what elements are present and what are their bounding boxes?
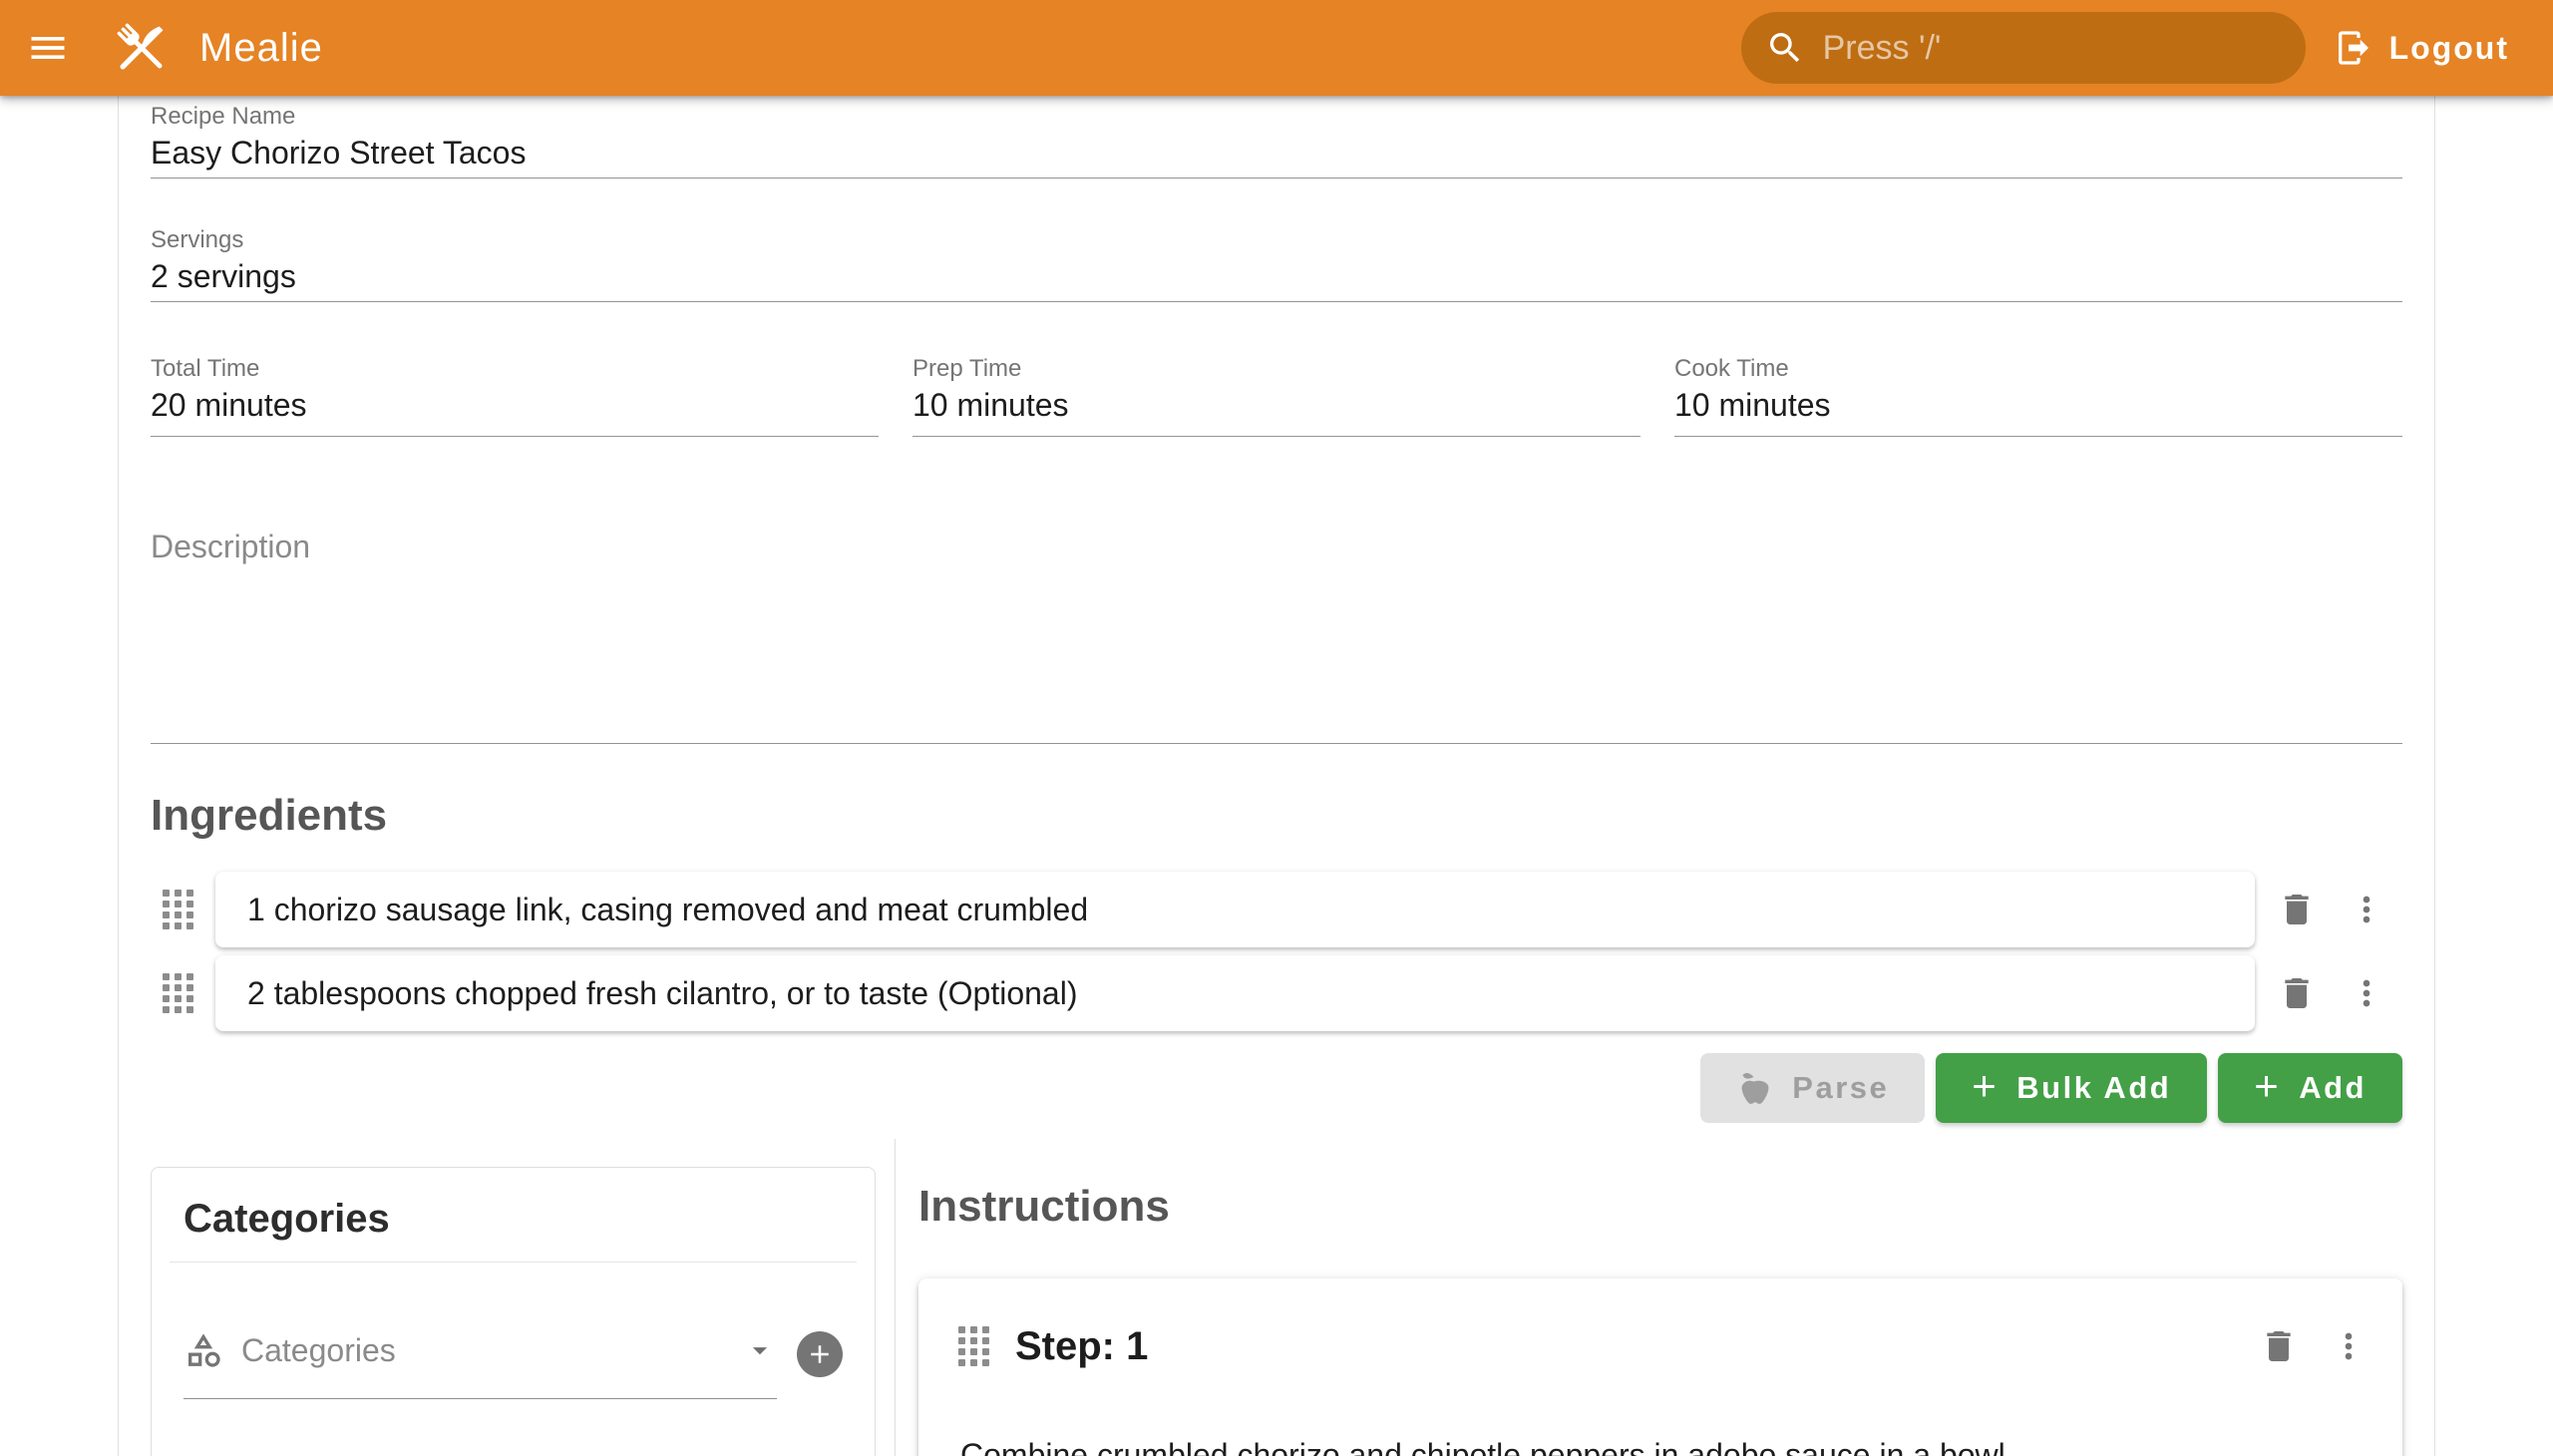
- drag-handle-icon[interactable]: [958, 1326, 989, 1366]
- plus-icon: +: [2254, 1065, 2281, 1107]
- search-bar[interactable]: [1741, 12, 2306, 84]
- drag-handle-icon[interactable]: [163, 973, 193, 1013]
- ingredient-actions: Parse + Bulk Add + Add: [151, 1053, 2402, 1123]
- step-menu-button[interactable]: [2331, 1320, 2367, 1372]
- step-title: Step: 1: [1015, 1324, 1148, 1369]
- servings-label: Servings: [151, 225, 2402, 255]
- logout-button[interactable]: Logout: [2320, 12, 2523, 84]
- ingredient-input[interactable]: 2 tablespoons chopped fresh cilantro, or…: [215, 955, 2255, 1031]
- cook-time-field[interactable]: Cook Time 10 minutes: [1674, 354, 2402, 437]
- servings-field[interactable]: Servings 2 servings: [151, 225, 2402, 302]
- app-header: Mealie Logout: [0, 0, 2553, 96]
- categories-card-title: Categories: [183, 1194, 843, 1244]
- hamburger-icon: [26, 26, 70, 70]
- add-label: Add: [2299, 1070, 2367, 1106]
- ingredient-row: 1 chorizo sausage link, casing removed a…: [151, 872, 2402, 947]
- recipe-name-label: Recipe Name: [151, 102, 2402, 132]
- categories-card: Categories Categories: [151, 1167, 876, 1456]
- add-category-button[interactable]: [797, 1331, 843, 1377]
- prep-time-label: Prep Time: [912, 354, 1641, 384]
- trash-icon: [2277, 973, 2317, 1013]
- ingredient-menu-button[interactable]: [2349, 884, 2384, 935]
- instructions-column: Instructions Step: 1: [896, 1139, 2402, 1456]
- prep-time-field[interactable]: Prep Time 10 minutes: [912, 354, 1641, 437]
- menu-button[interactable]: [14, 14, 82, 82]
- recipe-name-value[interactable]: Easy Chorizo Street Tacos: [151, 132, 2402, 178]
- shapes-icon: [183, 1330, 223, 1370]
- description-label: Description: [151, 525, 2402, 568]
- total-time-field[interactable]: Total Time 20 minutes: [151, 354, 879, 437]
- servings-value[interactable]: 2 servings: [151, 255, 2402, 301]
- drag-handle-icon[interactable]: [163, 890, 193, 929]
- cook-time-label: Cook Time: [1674, 354, 2402, 384]
- delete-ingredient-button[interactable]: [2275, 967, 2319, 1019]
- plus-circle-icon: [805, 1339, 835, 1369]
- parse-label: Parse: [1792, 1070, 1889, 1106]
- step-text[interactable]: Combine crumbled chorizo and chipotle pe…: [958, 1434, 2367, 1456]
- categories-select[interactable]: Categories: [183, 1330, 777, 1399]
- categories-select-row: Categories: [183, 1330, 843, 1399]
- ingredient-menu-button[interactable]: [2349, 967, 2384, 1019]
- total-time-value[interactable]: 20 minutes: [151, 384, 879, 436]
- categories-divider: [170, 1262, 857, 1263]
- recipe-editor: Recipe Name Easy Chorizo Street Tacos Se…: [118, 96, 2435, 1456]
- ingredients-heading: Ingredients: [151, 790, 2402, 842]
- step-card: Step: 1 Combine crumbled chorizo and chi…: [918, 1278, 2402, 1456]
- times-row: Total Time 20 minutes Prep Time 10 minut…: [151, 354, 2402, 437]
- ingredient-input[interactable]: 1 chorizo sausage link, casing removed a…: [215, 872, 2255, 947]
- step-header: Step: 1: [958, 1322, 2367, 1370]
- caret-down-icon: [743, 1333, 777, 1367]
- kebab-icon: [2329, 1326, 2369, 1366]
- search-icon: [1765, 28, 1805, 68]
- trash-icon: [2277, 890, 2317, 929]
- delete-ingredient-button[interactable]: [2275, 884, 2319, 935]
- recipe-name-field[interactable]: Recipe Name Easy Chorizo Street Tacos: [151, 102, 2402, 179]
- kebab-icon: [2347, 890, 2386, 929]
- delete-step-button[interactable]: [2257, 1320, 2301, 1372]
- bottom-section: Categories Categories: [151, 1139, 2402, 1456]
- instructions-heading: Instructions: [918, 1181, 2402, 1233]
- description-field[interactable]: Description: [151, 525, 2402, 744]
- mealie-logo-icon: [110, 16, 174, 80]
- parse-button[interactable]: Parse: [1700, 1053, 1925, 1123]
- prep-time-value[interactable]: 10 minutes: [912, 384, 1641, 436]
- kebab-icon: [2347, 973, 2386, 1013]
- categories-select-label: Categories: [241, 1332, 396, 1369]
- trash-icon: [2259, 1326, 2299, 1366]
- ingredient-text: 2 tablespoons chopped fresh cilantro, or…: [247, 975, 1077, 1012]
- search-input[interactable]: [1823, 29, 2282, 68]
- total-time-label: Total Time: [151, 354, 879, 384]
- logout-icon: [2334, 28, 2373, 68]
- bulk-add-button[interactable]: + Bulk Add: [1936, 1053, 2207, 1123]
- add-ingredient-button[interactable]: + Add: [2218, 1053, 2402, 1123]
- ingredient-list: 1 chorizo sausage link, casing removed a…: [151, 872, 2402, 1031]
- cook-time-value[interactable]: 10 minutes: [1674, 384, 2402, 436]
- plus-icon: +: [1972, 1065, 1999, 1107]
- ingredient-row: 2 tablespoons chopped fresh cilantro, or…: [151, 955, 2402, 1031]
- apple-icon: [1736, 1069, 1774, 1107]
- logout-label: Logout: [2389, 30, 2509, 67]
- bulk-add-label: Bulk Add: [2016, 1070, 2171, 1106]
- app-title: Mealie: [199, 26, 323, 71]
- ingredient-text: 1 chorizo sausage link, casing removed a…: [247, 892, 1088, 928]
- categories-column: Categories Categories: [151, 1139, 895, 1456]
